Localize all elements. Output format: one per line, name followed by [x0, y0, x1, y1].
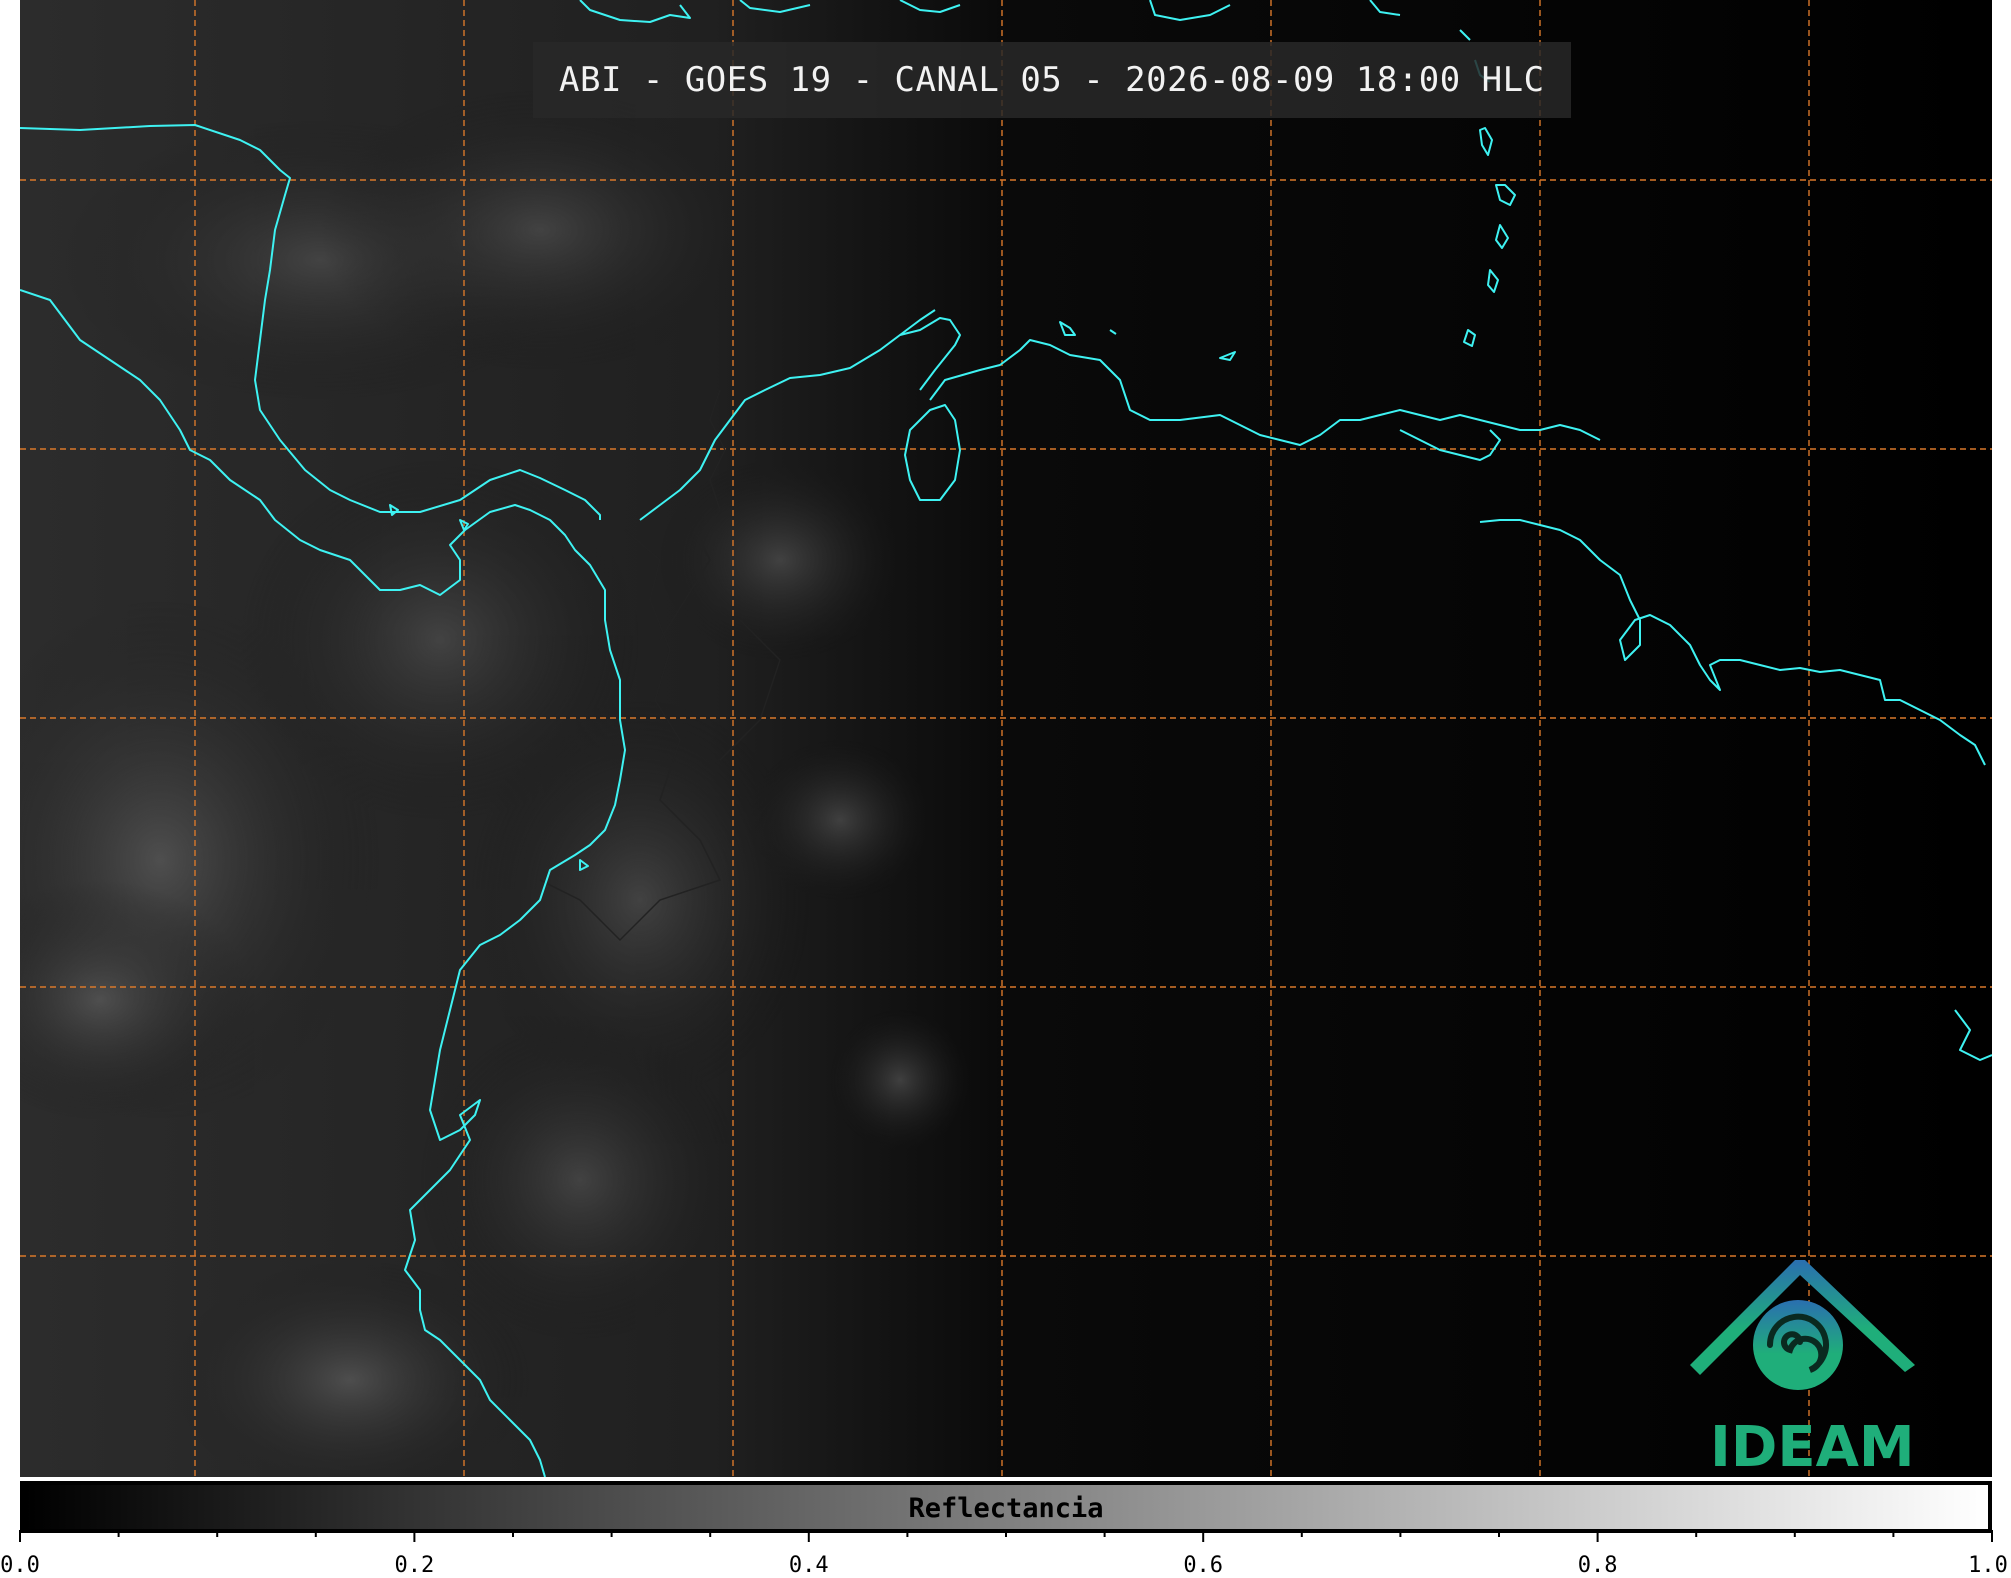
colorbar-label: Reflectancia	[908, 1493, 1104, 1524]
colorbar-tick-label: 0.6	[1183, 1553, 1224, 1578]
colorbar-ticks	[19, 1530, 1993, 1542]
ideam-logo-text: IDEAM	[1710, 1415, 1915, 1477]
map-title: ABI - GOES 19 - CANAL 05 - 2026-08-09 18…	[559, 60, 1545, 100]
colorbar-tick-label: 0.2	[394, 1553, 435, 1578]
colorbar-tick-label: 1.0	[1968, 1553, 2008, 1578]
satellite-map: ABI - GOES 19 - CANAL 05 - 2026-08-09 18…	[20, 0, 1992, 1477]
colorbar-tick-label: 0.4	[788, 1553, 829, 1578]
colorbar-tick-label: 0.8	[1577, 1553, 1618, 1578]
title-box: ABI - GOES 19 - CANAL 05 - 2026-08-09 18…	[533, 42, 1571, 118]
colorbar-tick-label: 0.0	[0, 1553, 40, 1578]
colorbar: Reflectancia	[20, 1481, 1992, 1533]
